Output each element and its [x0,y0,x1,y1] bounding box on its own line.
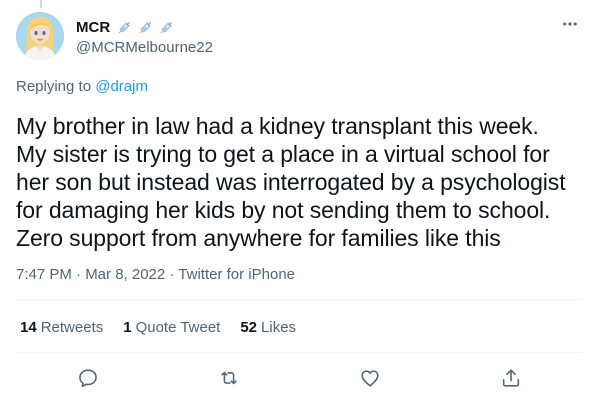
retweet-button[interactable] [217,366,241,390]
retweets-label: Retweets [40,319,104,336]
avatar-illustration [16,12,64,60]
user-names: MCR @MCRMelbourne22 [76,17,213,57]
quote-tweets-stat[interactable]: 1 Quote Tweet [123,319,220,336]
syringe-icon [118,21,131,33]
retweet-icon [221,371,237,385]
reply-icon [79,369,97,388]
tweet-text-line: Zero support from anywhere for families … [16,225,501,251]
share-button[interactable] [499,366,523,390]
retweets-count: 14 [20,319,37,336]
replying-to: Replying to @drajm [16,78,148,95]
quote-tweets-count: 1 [123,319,132,336]
tweet-text-line: her son but instead was interrogated by … [16,169,566,195]
avatar[interactable] [16,12,64,60]
like-button[interactable] [358,366,382,390]
tweet-text-line: My brother in law had a kidney transplan… [16,113,539,139]
divider [16,352,582,353]
tweet-stats: 14 Retweets 1 Quote Tweet 52 Likes [20,319,296,336]
user-handle[interactable]: @MCRMelbourne22 [76,39,213,56]
likes-count: 52 [240,319,258,336]
reply-button[interactable] [76,366,100,390]
tweet-text-line: for damaging her kids by not sending the… [16,197,551,223]
display-name-row: MCR [76,17,213,37]
more-icon [563,22,577,26]
share-icon [502,369,520,387]
retweets-stat[interactable]: 14 Retweets [20,319,103,336]
reply-mention-link[interactable]: @drajm [95,78,148,95]
tweet-text-line: My sister is trying to get a place in a … [16,141,550,167]
thread-connector-line [40,0,42,8]
syringe-icon [160,21,173,33]
like-icon [361,370,379,387]
display-name[interactable]: MCR [76,19,110,36]
replying-to-label: Replying to [16,78,92,95]
likes-label: Likes [261,319,297,336]
divider [16,299,582,300]
name-emoji-group [116,19,175,36]
tweet-actions [16,362,582,394]
quote-tweets-label: Quote Tweet [135,319,221,336]
tweet-header: MCR @MCRMelbourne22 [16,12,582,60]
tweet-text: My brother in law had a kidney transplan… [16,112,586,252]
likes-stat[interactable]: 52 Likes [240,319,296,336]
tweet-timestamp-source[interactable]: 7:47 PM · Mar 8, 2022 · Twitter for iPho… [16,266,295,283]
syringe-icon [139,21,152,33]
more-options-button[interactable] [558,14,582,34]
